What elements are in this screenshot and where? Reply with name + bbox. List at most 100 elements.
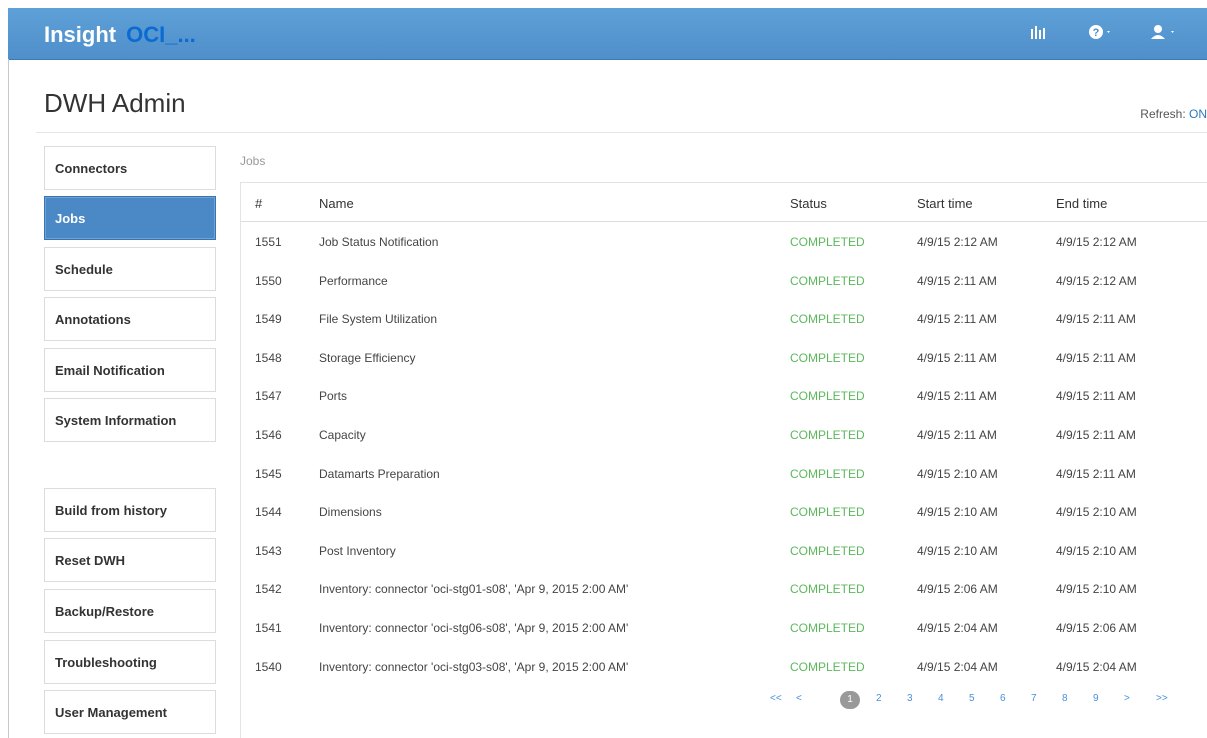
column-header-end-time[interactable]: End time <box>1056 196 1107 211</box>
page-link[interactable]: 4 <box>938 693 944 704</box>
page-link[interactable]: > <box>1124 693 1130 704</box>
job-end-time: 4/9/15 2:04 AM <box>1056 659 1137 674</box>
page-link[interactable]: 8 <box>1062 693 1068 704</box>
table-row[interactable]: 1542 Inventory: connector 'oci-stg01-s08'… <box>241 569 1207 607</box>
job-id: 1549 <box>255 312 282 327</box>
sidebar-item-jobs[interactable]: Jobs <box>44 196 216 240</box>
table-row[interactable]: 1546 Capacity COMPLETED 4/9/15 2:11 AM 4/9/1… <box>241 415 1207 453</box>
job-name: Datamarts Preparation <box>319 466 440 481</box>
column-header-id[interactable]: # <box>255 196 262 211</box>
sidebar-item-schedule[interactable]: Schedule <box>44 247 216 291</box>
job-start-time: 4/9/15 2:04 AM <box>917 659 998 674</box>
sidebar-item-reset-dwh[interactable]: Reset DWH <box>44 538 216 582</box>
job-end-time: 4/9/15 2:11 AM <box>1056 312 1136 327</box>
column-header-name[interactable]: Name <box>319 196 354 211</box>
job-status: COMPLETED <box>790 466 865 481</box>
job-start-time: 4/9/15 2:06 AM <box>917 582 998 597</box>
table-row[interactable]: 1550 Performance COMPLETED 4/9/15 2:11 AM 4/… <box>241 261 1207 299</box>
table-row[interactable]: 1545 Datamarts Preparation COMPLETED 4/9/15… <box>241 454 1207 492</box>
refresh-value[interactable]: ON <box>1189 107 1207 121</box>
column-header-status[interactable]: Status <box>790 196 827 211</box>
job-status: COMPLETED <box>790 621 865 635</box>
sidebar-item-backup-restore[interactable]: Backup/Restore <box>44 589 216 633</box>
page-link[interactable]: 7 <box>1031 693 1037 704</box>
table-row[interactable]: 1551 Job Status Notification COMPLETED 4/9/… <box>241 222 1207 260</box>
jobs-table: # Name Status Start time End time 1551 Jo… <box>240 182 1207 738</box>
job-status: COMPLETED <box>790 350 865 365</box>
job-id: 1551 <box>255 235 282 249</box>
column-header-start-time[interactable]: Start time <box>917 196 973 211</box>
job-id: 1540 <box>255 659 282 674</box>
page-link[interactable]: 6 <box>1000 693 1006 704</box>
page-link[interactable]: 1 <box>840 691 860 709</box>
job-status: COMPLETED <box>790 659 865 674</box>
page-link[interactable]: << <box>770 693 782 704</box>
job-start-time: 4/9/15 2:12 AM <box>917 235 998 249</box>
top-navbar: Insight OCI_... ? <box>8 8 1207 60</box>
job-status: COMPLETED <box>790 505 865 520</box>
job-status: COMPLETED <box>790 389 865 404</box>
job-name: Inventory: connector 'oci-stg06-s08', 'A… <box>319 621 629 635</box>
sidebar-item-system-information[interactable]: System Information <box>44 398 216 442</box>
page-link[interactable]: < <box>796 693 802 704</box>
refresh-toggle[interactable]: Refresh: ON <box>1140 107 1207 121</box>
job-name: Post Inventory <box>319 543 396 558</box>
job-end-time: 4/9/15 2:12 AM <box>1056 235 1137 249</box>
table-row[interactable]: 1541 Inventory: connector 'oci-stg06-s08'… <box>241 608 1207 646</box>
job-end-time: 4/9/15 2:11 AM <box>1056 350 1136 365</box>
sidebar-item-user-management[interactable]: User Management <box>44 690 216 734</box>
page-link[interactable]: 2 <box>876 693 882 704</box>
instance-name: OCI_... <box>126 22 196 47</box>
user-icon[interactable] <box>1150 24 1180 45</box>
job-end-time: 4/9/15 2:12 AM <box>1056 273 1137 288</box>
job-id: 1544 <box>255 505 282 520</box>
table-row[interactable]: 1548 Storage Efficiency COMPLETED 4/9/15 2:… <box>241 338 1207 376</box>
window-edge <box>8 59 9 738</box>
job-end-time: 4/9/15 2:11 AM <box>1056 428 1136 442</box>
job-name: Capacity <box>319 428 366 442</box>
job-end-time: 4/9/15 2:10 AM <box>1056 505 1137 520</box>
page-link[interactable]: 9 <box>1093 693 1099 704</box>
job-id: 1548 <box>255 350 282 365</box>
bar-chart-icon[interactable] <box>1030 24 1046 45</box>
brand-name: Insight <box>44 22 117 47</box>
app-brand[interactable]: Insight OCI_... <box>44 22 196 48</box>
job-name: Storage Efficiency <box>319 350 416 365</box>
table-row[interactable]: 1543 Post Inventory COMPLETED 4/9/15 2:10 A… <box>241 531 1207 569</box>
title-divider <box>36 132 1207 133</box>
job-id: 1543 <box>255 543 282 558</box>
job-name: Ports <box>319 389 348 404</box>
panel-heading: Jobs <box>240 154 266 168</box>
sidebar-item-email-notification[interactable]: Email Notification <box>44 348 216 392</box>
job-start-time: 4/9/15 2:04 AM <box>917 621 998 635</box>
job-status: COMPLETED <box>790 312 865 327</box>
job-status: COMPLETED <box>790 582 865 597</box>
job-name: Job Status Notification <box>319 235 439 249</box>
refresh-label: Refresh: <box>1140 107 1186 121</box>
job-start-time: 4/9/15 2:10 AM <box>917 543 998 558</box>
job-id: 1547 <box>255 389 282 404</box>
table-row[interactable]: 1540 Inventory: connector 'oci-stg03-s08'… <box>241 647 1207 685</box>
job-status: COMPLETED <box>790 273 865 288</box>
sidebar-item-troubleshooting[interactable]: Troubleshooting <box>44 640 216 684</box>
sidebar-item-annotations[interactable]: Annotations <box>44 297 216 341</box>
page-link[interactable]: >> <box>1156 693 1168 704</box>
job-start-time: 4/9/15 2:10 AM <box>917 466 998 481</box>
page-link[interactable]: 3 <box>907 693 913 704</box>
table-row[interactable]: 1547 Ports COMPLETED 4/9/15 2:11 AM 4/9/15 2… <box>241 376 1207 414</box>
svg-text:?: ? <box>1093 27 1100 39</box>
table-header: # Name Status Start time End time <box>241 183 1207 222</box>
job-status: COMPLETED <box>790 235 865 249</box>
job-status: COMPLETED <box>790 543 865 558</box>
table-row[interactable]: 1544 Dimensions COMPLETED 4/9/15 2:10 AM 4/9… <box>241 492 1207 530</box>
job-name: Performance <box>319 273 388 288</box>
sidebar-item-build-from-history[interactable]: Build from history <box>44 488 216 532</box>
table-row[interactable]: 1549 File System Utilization COMPLETED 4/9/… <box>241 299 1207 337</box>
help-icon[interactable]: ? <box>1088 24 1116 45</box>
job-end-time: 4/9/15 2:10 AM <box>1056 543 1137 558</box>
page-title: DWH Admin <box>44 88 186 118</box>
page-link[interactable]: 5 <box>969 693 975 704</box>
job-id: 1545 <box>255 466 282 481</box>
sidebar-item-connectors[interactable]: Connectors <box>44 146 216 190</box>
job-name: Inventory: connector 'oci-stg03-s08', 'A… <box>319 659 629 674</box>
